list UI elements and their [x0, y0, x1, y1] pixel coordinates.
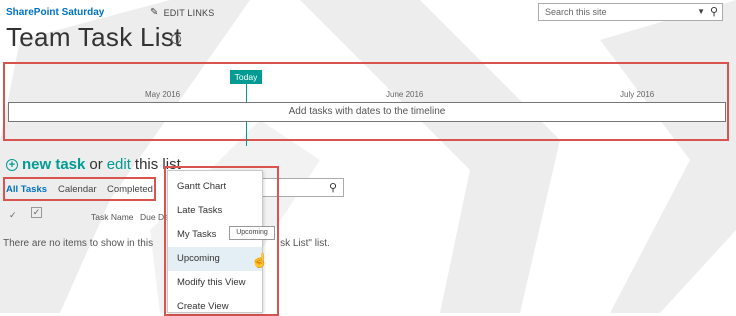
menu-item-gantt-chart[interactable]: Gantt Chart [168, 175, 262, 199]
timeline-month: July 2016 [620, 90, 655, 99]
search-icon[interactable]: ⚲ [710, 5, 718, 18]
upcoming-tooltip: Upcoming [229, 226, 275, 240]
dropdown-caret-icon[interactable]: ▼ [697, 7, 705, 16]
add-icon[interactable]: + [6, 158, 18, 171]
menu-item-upcoming[interactable]: Upcoming [168, 247, 262, 271]
menu-item-create-view[interactable]: Create View [168, 295, 262, 312]
timeline-month: June 2016 [386, 90, 424, 99]
timeline-month: May 2016 [145, 90, 181, 99]
view-tab-completed[interactable]: Completed [107, 184, 153, 195]
timeline-bar[interactable]: Add tasks with dates to the timeline [8, 102, 726, 122]
view-tab-calendar[interactable]: Calendar [58, 184, 97, 195]
search-placeholder: Search this site [545, 7, 607, 17]
page-title: Team Task List [6, 22, 182, 52]
edit-links-button[interactable]: ✎ EDIT LINKS [150, 7, 214, 18]
new-task-link[interactable]: new task [22, 156, 85, 173]
empty-message-start: There are no items to show in this [3, 238, 154, 249]
hand-cursor-icon: ☝ [251, 252, 269, 268]
info-icon[interactable]: i [171, 34, 181, 44]
menu-item-modify-view[interactable]: Modify this View [168, 271, 262, 295]
checkmark-icon: ✓ [9, 210, 17, 220]
new-task-row: + new task or edit this list [6, 156, 181, 173]
site-search-input[interactable]: Search this site ▼ ⚲ [538, 3, 723, 21]
view-tab-all-tasks[interactable]: All Tasks [6, 184, 47, 195]
pencil-icon: ✎ [150, 7, 159, 18]
select-all-checkbox-icon[interactable]: ✓ [31, 207, 42, 218]
search-icon[interactable]: ⚲ [329, 181, 337, 194]
edit-list-link[interactable]: edit [107, 156, 131, 173]
today-badge: Today [230, 70, 262, 84]
empty-message-end: sk List" list. [280, 238, 330, 249]
menu-item-late-tasks[interactable]: Late Tasks [168, 199, 262, 223]
view-dropdown-menu: Gantt Chart Late Tasks My Tasks Upcoming… [167, 170, 263, 313]
site-title-link[interactable]: SharePoint Saturday [6, 7, 104, 18]
edit-links-label: EDIT LINKS [163, 7, 215, 18]
or-text: or [89, 156, 103, 173]
column-header-task-name[interactable]: Task Name [91, 212, 134, 222]
